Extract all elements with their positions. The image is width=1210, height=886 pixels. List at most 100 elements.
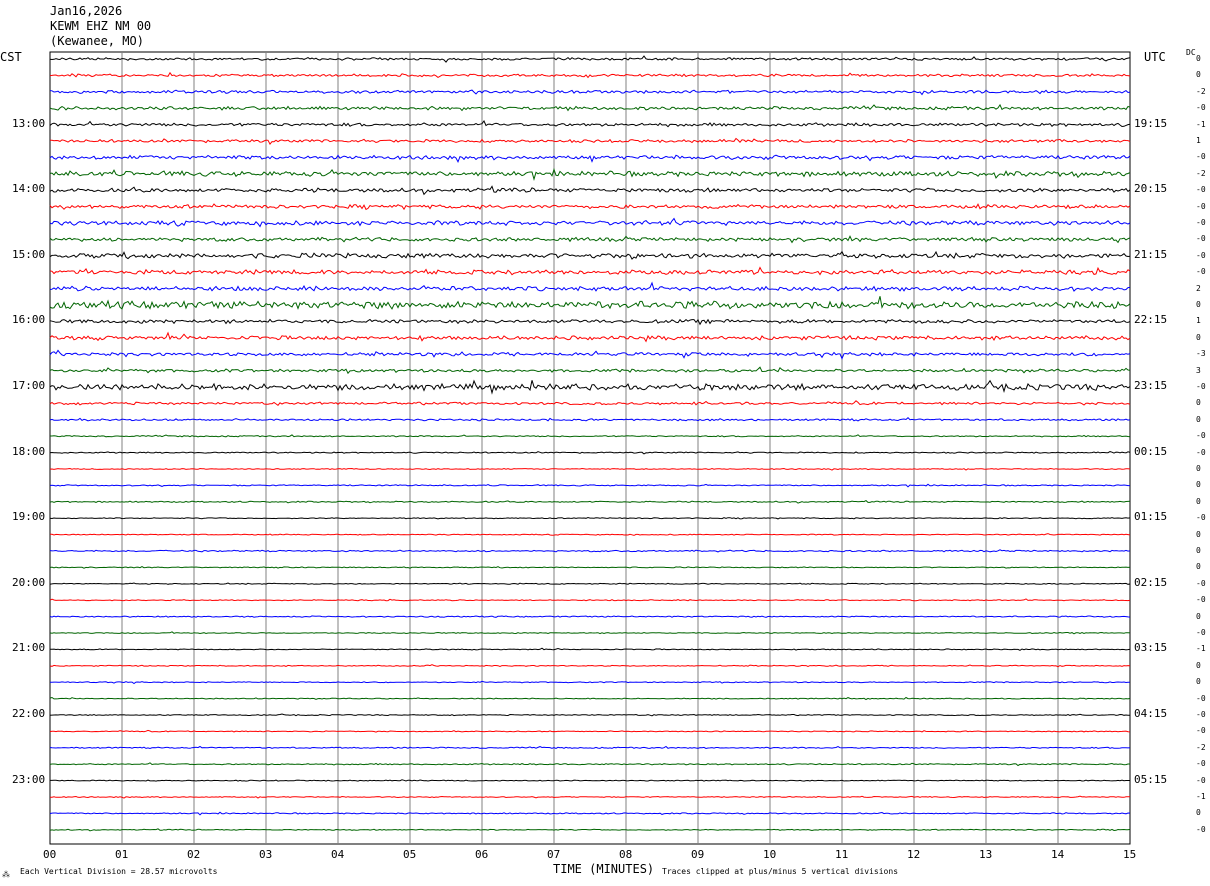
trace-line <box>49 451 1131 455</box>
trace-line <box>49 203 1131 211</box>
dc-offset-label: -0 <box>1196 185 1206 195</box>
trace-line <box>50 434 1131 438</box>
x-tick-label: 09 <box>691 848 705 861</box>
dc-offset-label: -0 <box>1196 710 1206 719</box>
dc-offset-label: 0 <box>1196 611 1201 621</box>
right-hour-label: 03:15 <box>1134 641 1168 655</box>
dc-offset-label: 0 <box>1196 808 1201 818</box>
dc-offset-label: 0 <box>1196 54 1201 63</box>
trace-line <box>50 647 1131 651</box>
left-hour-label: 23:00 <box>12 772 46 786</box>
dc-offset-label: -1 <box>1196 792 1206 801</box>
right-hour-label: 05:15 <box>1134 772 1168 786</box>
trace-line <box>49 400 1131 406</box>
trace-line <box>49 55 1131 63</box>
trace-line <box>49 167 1131 182</box>
dc-offset-label: 3 <box>1196 365 1201 375</box>
right-hour-label: 23:15 <box>1134 379 1168 392</box>
trace-line <box>49 266 1131 276</box>
dc-offset-label: 0 <box>1196 480 1201 490</box>
trace-line <box>49 235 1131 244</box>
dc-offset-label: 0 <box>1196 529 1201 539</box>
dc-offset-label: -0 <box>1196 382 1206 391</box>
x-tick-label: 03 <box>259 848 273 861</box>
trace-line <box>49 483 1130 488</box>
trace-line <box>49 217 1131 228</box>
trace-line <box>49 745 1131 750</box>
trace-line <box>49 762 1130 767</box>
right-hour-label: 04:15 <box>1134 707 1168 720</box>
trace-line <box>49 467 1131 471</box>
x-tick-label: 06 <box>475 848 489 861</box>
dc-offset-label: -0 <box>1196 218 1206 227</box>
x-axis-title: TIME (MINUTES) <box>553 862 655 876</box>
trace-line <box>49 331 1131 343</box>
clip-note-text: Traces clipped at plus/minus 5 vertical … <box>662 867 899 876</box>
trace-line <box>49 598 1131 602</box>
x-tick-label: 04 <box>331 848 345 861</box>
trace-line <box>49 120 1131 128</box>
dc-offset-label: -0 <box>1196 759 1206 769</box>
right-hour-label: 20:15 <box>1134 182 1168 196</box>
dc-offset-label: -1 <box>1196 119 1206 129</box>
trace-line <box>49 89 1131 96</box>
x-tick-label: 10 <box>763 848 777 861</box>
trace-line <box>49 566 1131 569</box>
right-hour-label: 21:15 <box>1134 247 1168 261</box>
dc-offset-label: -0 <box>1196 201 1206 211</box>
trace-line <box>49 281 1131 292</box>
dc-offset-label: -0 <box>1196 824 1206 834</box>
right-hour-label: 02:15 <box>1134 575 1168 589</box>
right-hour-label: 19:15 <box>1134 116 1168 130</box>
dc-offset-label: 0 <box>1196 464 1201 473</box>
trace-line <box>49 516 1131 520</box>
dc-offset-label: -0 <box>1196 595 1206 605</box>
vertical-scale-text: Each Vertical Division = 28.57 microvolt… <box>20 867 218 876</box>
dc-offset-label: 2 <box>1196 283 1201 293</box>
dc-offset-label: 0 <box>1196 677 1201 687</box>
footer-mark: ⁂ <box>2 870 10 879</box>
dc-offset-label: -0 <box>1196 628 1206 637</box>
x-tick-label: 13 <box>979 848 993 861</box>
trace-line <box>49 154 1131 164</box>
dc-offset-label: 0 <box>1196 414 1201 424</box>
left-hour-label: 17:00 <box>12 379 46 392</box>
trace-line <box>49 71 1131 79</box>
trace-line <box>50 795 1130 799</box>
trace-line <box>49 379 1131 395</box>
x-tick-label: 05 <box>403 848 417 861</box>
dc-offset-label: 0 <box>1196 546 1201 555</box>
trace-line <box>49 631 1131 635</box>
trace-line <box>49 828 1131 832</box>
x-tick-label: 12 <box>907 848 921 861</box>
dc-offset-label: -2 <box>1196 168 1206 178</box>
dc-offset-label: -0 <box>1196 267 1206 277</box>
dc-offset-label: 0 <box>1196 562 1201 572</box>
trace-line <box>49 318 1131 326</box>
left-hour-label: 22:00 <box>12 707 46 720</box>
left-hour-label: 21:00 <box>12 641 46 655</box>
trace-line <box>49 417 1131 422</box>
dc-offset-label: -0 <box>1196 726 1206 736</box>
left-hour-label: 19:00 <box>12 510 46 524</box>
dc-offset-label: -3 <box>1196 349 1206 359</box>
x-tick-label: 15 <box>1123 848 1137 861</box>
dc-offset-label: -0 <box>1196 513 1206 523</box>
trace-line <box>49 729 1131 733</box>
x-tick-label: 01 <box>115 848 129 861</box>
dc-offset-label: -0 <box>1196 775 1206 785</box>
trace-line <box>49 549 1131 553</box>
dc-offset-label: 0 <box>1196 300 1201 309</box>
dc-offset-label: 0 <box>1196 70 1201 80</box>
trace-line <box>49 500 1131 504</box>
trace-line <box>50 779 1130 782</box>
left-hour-label: 16:00 <box>12 313 46 327</box>
x-tick-label: 08 <box>619 848 633 861</box>
trace-line <box>49 615 1131 618</box>
dc-offset-label: -0 <box>1196 693 1206 703</box>
dc-offset-label: 0 <box>1196 398 1201 408</box>
dc-offset-label: -0 <box>1196 578 1206 588</box>
dc-offset-label: -0 <box>1196 152 1206 162</box>
right-hour-label: 22:15 <box>1134 313 1168 327</box>
trace-line <box>49 366 1131 375</box>
